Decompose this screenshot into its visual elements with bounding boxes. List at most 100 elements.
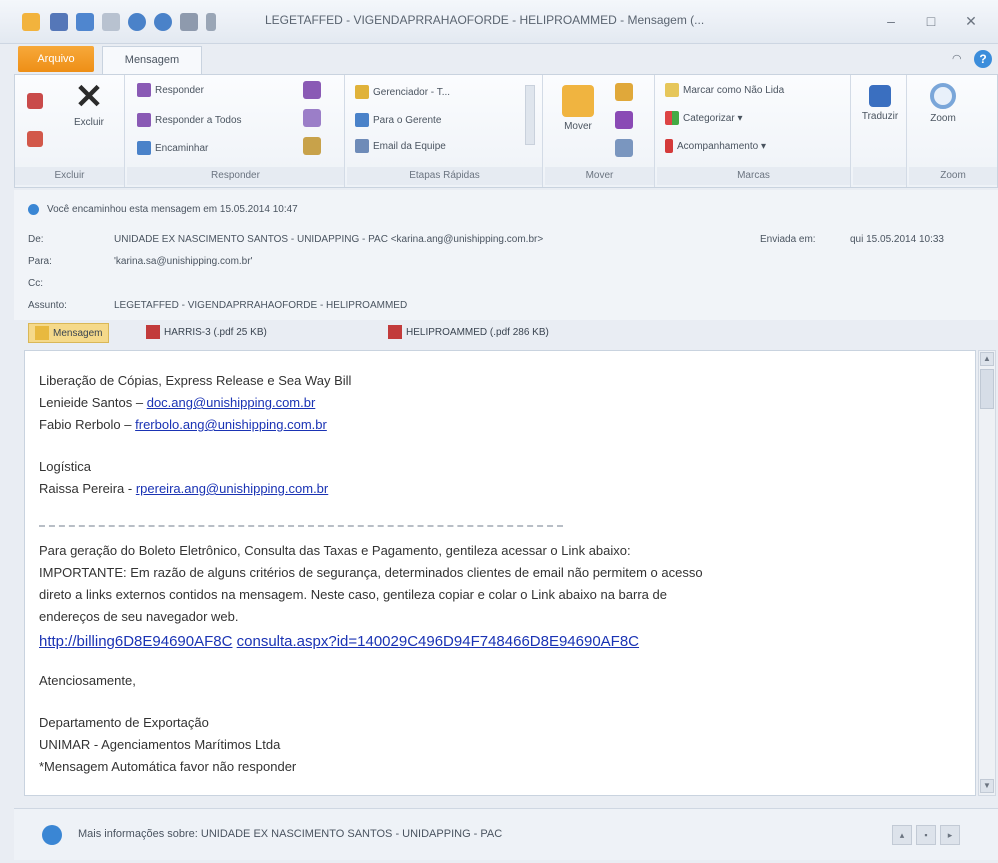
email-link-doc[interactable]: doc.ang@unishipping.com.br bbox=[147, 395, 316, 410]
attachment-file-1-label: HARRIS-3 (.pdf 25 KB) bbox=[164, 327, 267, 338]
print-icon[interactable] bbox=[180, 13, 198, 31]
reply-all-icon bbox=[137, 113, 151, 128]
more-respond-icon[interactable] bbox=[303, 137, 321, 155]
group-label-quick-steps: Etapas Rápidas bbox=[347, 167, 542, 185]
customize-quick-access-icon[interactable] bbox=[206, 13, 216, 31]
body-line-fabio: Fabio Rerbolo – frerbolo.ang@unishipping… bbox=[39, 417, 327, 432]
zoom-button[interactable]: Zoom bbox=[921, 83, 965, 124]
body-para-2: IMPORTANTE: Em razão de alguns critérios… bbox=[39, 565, 703, 580]
tab-message[interactable]: Mensagem bbox=[102, 46, 202, 74]
people-pane-expand-icon[interactable]: ▴ bbox=[892, 825, 912, 845]
from-label: De: bbox=[28, 234, 44, 245]
reply-all-button[interactable]: Responder a Todos bbox=[137, 111, 242, 131]
message-tab-label: Mensagem bbox=[53, 328, 103, 339]
reply-label: Responder bbox=[155, 85, 204, 96]
person-icon bbox=[42, 825, 62, 845]
billing-link-part-1[interactable]: http://billing6D8E94690AF8C bbox=[39, 633, 232, 650]
outlook-app-icon[interactable] bbox=[22, 13, 40, 31]
redo-icon[interactable] bbox=[102, 13, 120, 31]
attachment-file-2[interactable]: HELIPROAMMED (.pdf 286 KB) bbox=[388, 323, 549, 343]
zoom-label: Zoom bbox=[930, 113, 956, 124]
undo-icon[interactable] bbox=[76, 13, 94, 31]
translate-icon bbox=[869, 85, 891, 107]
im-icon[interactable] bbox=[303, 109, 321, 127]
from-value[interactable]: UNIDADE EX NASCIMENTO SANTOS - UNIDAPPIN… bbox=[114, 234, 543, 245]
delete-button[interactable]: ✕ Excluir bbox=[63, 78, 115, 128]
pdf-icon bbox=[146, 325, 160, 340]
billing-link-part-2[interactable]: consulta.aspx?id=140029C496D94F748466D8E… bbox=[237, 633, 639, 650]
email-link-rpereira[interactable]: rpereira.ang@unishipping.com.br bbox=[136, 481, 328, 496]
forwarded-info-bar: Você encaminhou esta mensagem em 15.05.2… bbox=[28, 204, 298, 215]
sent-label: Enviada em: bbox=[760, 234, 816, 245]
body-para-1: Para geração do Boleto Eletrônico, Consu… bbox=[39, 543, 631, 558]
group-label-respond: Responder bbox=[127, 167, 344, 185]
people-pane-text: Mais informações sobre: UNIDADE EX NASCI… bbox=[78, 828, 503, 840]
billing-link[interactable]: http://billing6D8E94690AF8C consulta.asp… bbox=[39, 633, 639, 650]
envelope-icon bbox=[665, 83, 679, 98]
save-icon[interactable] bbox=[50, 13, 68, 31]
body-scrollbar[interactable]: ▲ ▼ bbox=[978, 350, 996, 796]
delete-x-icon: ✕ bbox=[74, 78, 104, 116]
ignore-icon[interactable] bbox=[27, 93, 43, 109]
signature-note: *Mensagem Automática favor não responder bbox=[39, 759, 297, 774]
quick-step-1[interactable]: Gerenciador - T... bbox=[355, 83, 450, 103]
meeting-icon[interactable] bbox=[303, 81, 321, 99]
reply-button[interactable]: Responder bbox=[137, 81, 204, 101]
minimize-ribbon-icon[interactable]: ◠ bbox=[952, 52, 962, 65]
flag-icon bbox=[665, 139, 673, 154]
translate-button[interactable]: Traduzir bbox=[857, 85, 903, 122]
previous-item-icon[interactable] bbox=[128, 13, 146, 31]
message-body[interactable]: Liberação de Cópias, Express Release e S… bbox=[24, 350, 976, 796]
onenote-icon[interactable] bbox=[615, 111, 633, 129]
maximize-button[interactable]: □ bbox=[918, 10, 944, 32]
quick-step-team-icon bbox=[355, 139, 369, 154]
info-icon bbox=[28, 204, 39, 215]
move-label: Mover bbox=[564, 121, 592, 132]
body-para-3: direto a links externos contidos na mens… bbox=[39, 587, 667, 602]
scroll-thumb[interactable] bbox=[980, 369, 994, 409]
close-button[interactable]: ✕ bbox=[958, 10, 984, 32]
to-value[interactable]: 'karina.sa@unishipping.com.br' bbox=[114, 256, 252, 267]
body-line-release: Liberação de Cópias, Express Release e S… bbox=[39, 373, 352, 388]
cleanup-icon[interactable] bbox=[27, 131, 43, 147]
scroll-up-icon[interactable]: ▲ bbox=[980, 352, 994, 366]
rules-icon[interactable] bbox=[615, 83, 633, 101]
followup-button[interactable]: Acompanhamento ▾ bbox=[665, 137, 766, 157]
tab-file[interactable]: Arquivo bbox=[18, 46, 94, 72]
window-title: LEGETAFFED - VIGENDAPRRAHAOFORDE - HELIP… bbox=[265, 13, 705, 27]
body-contact-name: Raissa Pereira - bbox=[39, 481, 133, 496]
ribbon-group-quick-steps: Gerenciador - T... Para o Gerente Email … bbox=[347, 75, 543, 187]
subject-label: Assunto: bbox=[28, 300, 67, 311]
mark-unread-button[interactable]: Marcar como Não Lida bbox=[665, 81, 784, 101]
ribbon: ✕ Excluir Excluir Responder Responder a … bbox=[14, 74, 998, 188]
attachment-file-1[interactable]: HARRIS-3 (.pdf 25 KB) bbox=[146, 323, 267, 343]
group-label-zoom: Zoom bbox=[909, 167, 997, 185]
people-pane-close-icon[interactable]: ▸ bbox=[940, 825, 960, 845]
people-pane-options-icon[interactable]: ▪ bbox=[916, 825, 936, 845]
email-link-frerbolo[interactable]: frerbolo.ang@unishipping.com.br bbox=[135, 417, 327, 432]
group-label-delete: Excluir bbox=[15, 167, 124, 185]
pdf-icon bbox=[388, 325, 402, 340]
ribbon-group-zoom: Zoom Zoom bbox=[909, 75, 997, 187]
subject-value: LEGETAFFED - VIGENDAPRRAHAOFORDE - HELIP… bbox=[114, 300, 408, 311]
body-para-4: endereços de seu navegador web. bbox=[39, 609, 239, 624]
message-attachment-tab[interactable]: Mensagem bbox=[28, 323, 110, 343]
group-label-translate bbox=[853, 167, 906, 185]
minimize-button[interactable]: – bbox=[878, 10, 904, 32]
move-button[interactable]: Mover bbox=[553, 85, 603, 132]
help-icon[interactable]: ? bbox=[974, 50, 992, 68]
move-folder-icon bbox=[562, 85, 594, 117]
categorize-label: Categorizar ▾ bbox=[683, 113, 743, 124]
group-label-move: Mover bbox=[545, 167, 654, 185]
quick-steps-scroll-icon[interactable] bbox=[525, 85, 535, 145]
categorize-button[interactable]: Categorizar ▾ bbox=[665, 109, 743, 129]
actions-icon[interactable] bbox=[615, 139, 633, 157]
forward-button[interactable]: Encaminhar bbox=[137, 139, 208, 159]
scroll-down-icon[interactable]: ▼ bbox=[980, 779, 994, 793]
ribbon-group-move: Mover Mover bbox=[545, 75, 655, 187]
quick-step-2[interactable]: Para o Gerente bbox=[355, 111, 441, 131]
next-item-icon[interactable] bbox=[154, 13, 172, 31]
people-pane: Mais informações sobre: UNIDADE EX NASCI… bbox=[14, 808, 998, 860]
quick-step-3[interactable]: Email da Equipe bbox=[355, 137, 446, 157]
forward-label: Encaminhar bbox=[155, 143, 209, 154]
